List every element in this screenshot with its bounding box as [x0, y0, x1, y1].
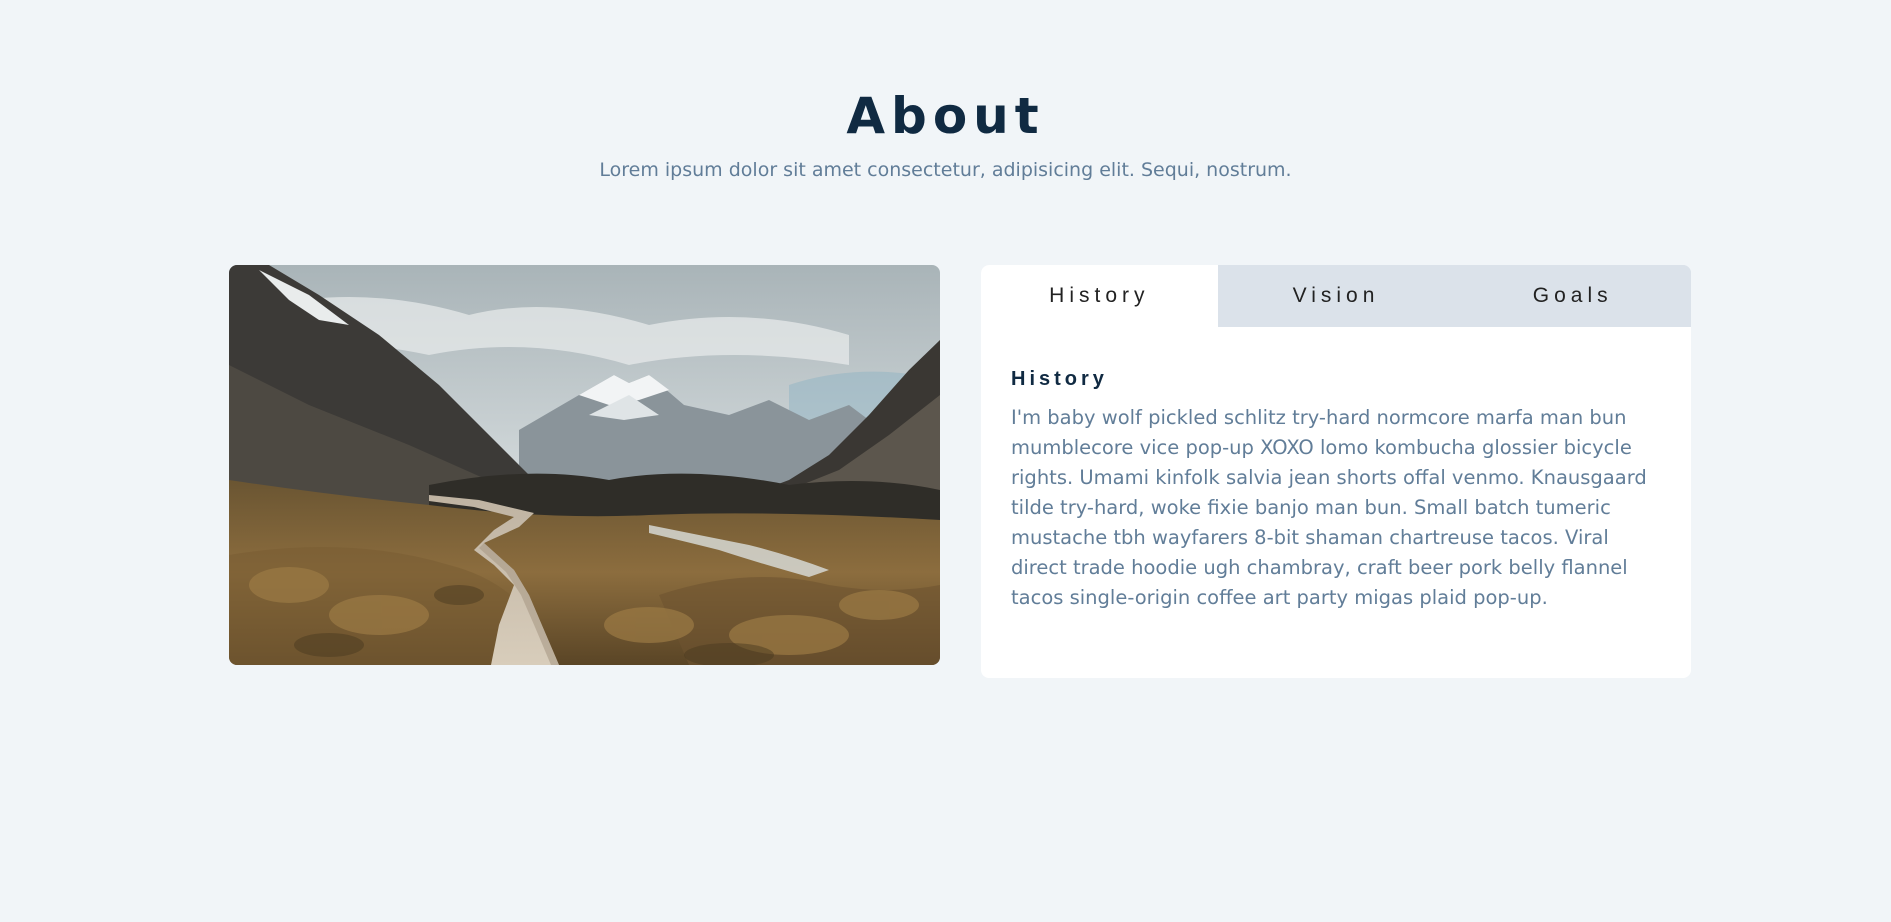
- tab-history[interactable]: History: [981, 265, 1218, 327]
- content-heading: History: [1011, 368, 1108, 390]
- tab-content: History I'm baby wolf pickled schlitz tr…: [981, 327, 1691, 613]
- tab-vision[interactable]: Vision: [1217, 265, 1455, 327]
- about-image: [229, 265, 940, 665]
- page-subtitle: Lorem ipsum dolor sit amet consectetur, …: [599, 159, 1292, 181]
- tab-goals[interactable]: Goals: [1454, 265, 1691, 327]
- section-title: About Lorem ipsum dolor sit amet consect…: [0, 84, 1891, 184]
- content-body: I'm baby wolf pickled schlitz try-hard n…: [1011, 406, 1647, 609]
- page-title: About: [846, 87, 1045, 145]
- tab-bar: History Vision Goals: [981, 265, 1691, 327]
- about-tabs-card: History Vision Goals History I'm baby wo…: [981, 265, 1691, 678]
